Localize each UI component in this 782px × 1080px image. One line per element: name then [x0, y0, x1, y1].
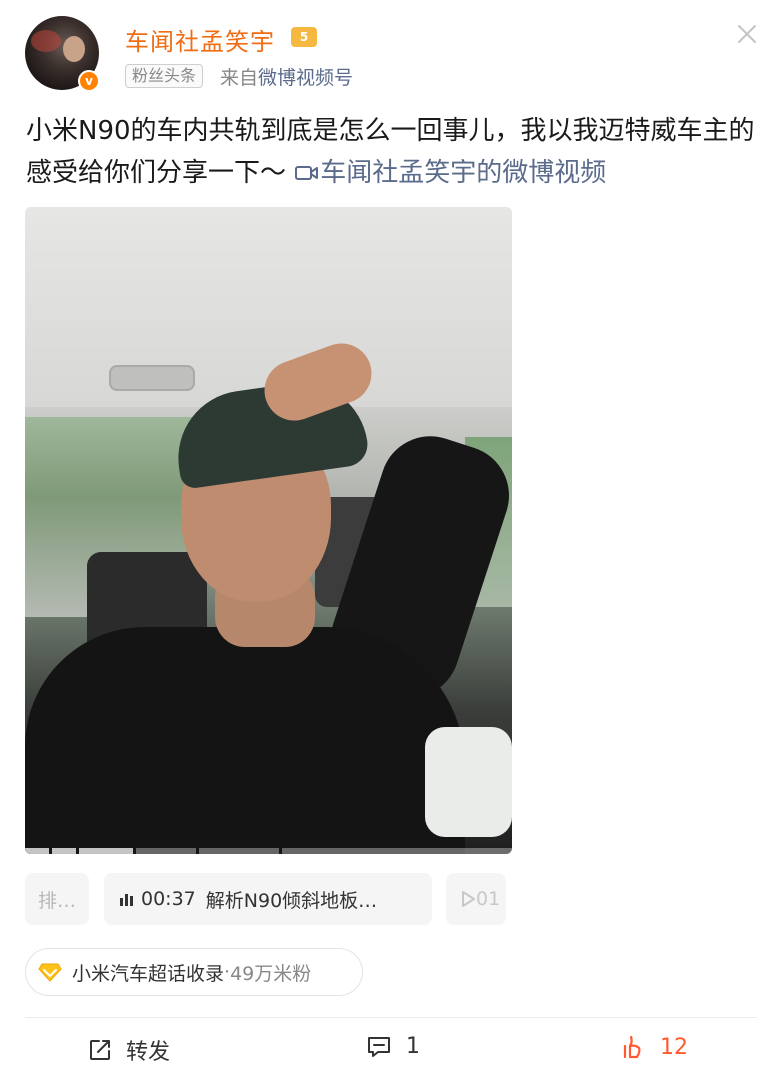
- progress-segment: [25, 848, 49, 854]
- source-prefix: 来自: [220, 67, 259, 89]
- topic-fans: 49万米粉: [230, 962, 312, 985]
- like-count: 12: [660, 1034, 688, 1060]
- repost-button[interactable]: 转发: [88, 1034, 170, 1066]
- chapter-next-time: 01: [476, 888, 501, 910]
- level-badge: 5: [291, 27, 317, 47]
- avatar-photo-face: [63, 36, 85, 62]
- chapter-current-time: 00:37: [141, 888, 196, 910]
- like-fade-overlay: [700, 1018, 782, 1080]
- like-icon: [623, 1035, 641, 1059]
- video-frame-cloth: [425, 727, 512, 837]
- chapter-prev-label: 排…: [37, 889, 76, 912]
- progress-segment: [199, 848, 279, 854]
- chapter-current-title: 解析N90倾斜地板…: [205, 889, 378, 912]
- topic-pill[interactable]: 小米汽车超话收录 · 49万米粉: [25, 948, 363, 996]
- like-button[interactable]: 12: [622, 1034, 688, 1060]
- audio-bars-icon: [120, 892, 133, 906]
- post-body: 小米N90的车内共轨到底是怎么一回事儿，我以我迈特威车主的感受给你们分享一下～ …: [26, 110, 756, 194]
- chapter-next[interactable]: 01: [446, 873, 506, 925]
- repost-icon: [90, 1040, 110, 1060]
- chapter-current[interactable]: 00:37 解析N90倾斜地板…: [104, 873, 432, 925]
- fans-headline-tag: 粉丝头条: [125, 64, 204, 88]
- play-icon: [462, 891, 475, 907]
- avatar-photo-glow: [31, 30, 61, 52]
- video-frame-dome-light: [109, 365, 195, 391]
- verified-badge: v: [78, 70, 100, 92]
- topic-name: 小米汽车超话收录: [72, 962, 225, 985]
- chapter-prev[interactable]: 排…: [25, 873, 89, 925]
- video-chapters: 排… 00:37 解析N90倾斜地板… 01: [25, 873, 782, 925]
- author-name[interactable]: 车闻社孟笑宇: [125, 22, 275, 57]
- post-header: v 车闻社孟笑宇 5 粉丝头条 来自微博视频号: [0, 0, 782, 100]
- video-progress-bar[interactable]: [25, 848, 512, 854]
- progress-segment: [136, 848, 196, 854]
- close-icon[interactable]: [733, 20, 761, 48]
- progress-segment: [282, 848, 512, 854]
- repost-label: 转发: [126, 1040, 171, 1065]
- video-camera-icon: [295, 166, 319, 180]
- comment-button[interactable]: 1: [366, 1034, 420, 1059]
- comment-count: 1: [406, 1034, 420, 1059]
- video-frame-jacket: [25, 627, 465, 854]
- diamond-icon: [38, 963, 62, 982]
- progress-segment: [52, 848, 76, 854]
- action-bar: 转发 1 12: [0, 1018, 782, 1080]
- progress-segment: [79, 848, 133, 854]
- video-player[interactable]: [25, 207, 512, 854]
- video-link[interactable]: 车闻社孟笑宇的微博视频: [294, 158, 606, 188]
- comment-icon: [368, 1036, 390, 1057]
- source-link[interactable]: 微博视频号: [258, 67, 353, 89]
- post-source: 来自微博视频号: [220, 63, 353, 90]
- video-link-label: 车闻社孟笑宇的微博视频: [320, 158, 607, 188]
